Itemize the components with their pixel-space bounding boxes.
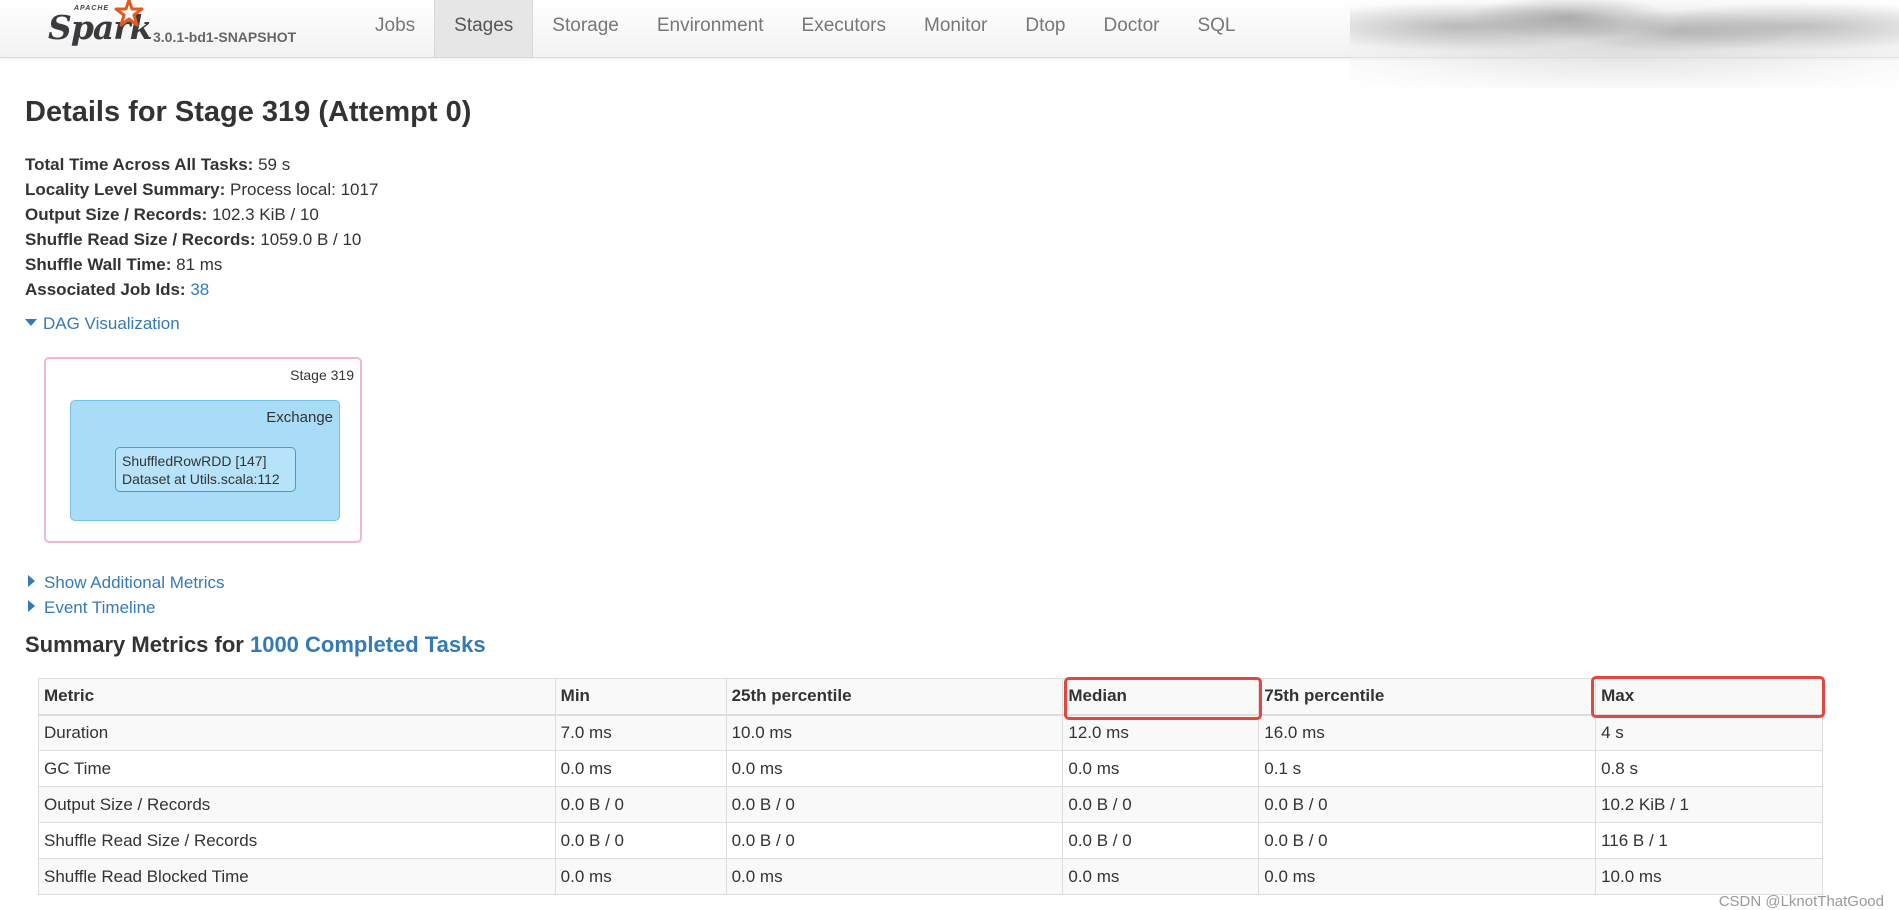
event-timeline-label: Event Timeline	[44, 598, 156, 617]
caret-right-icon	[28, 600, 35, 612]
tab-dtop[interactable]: Dtop	[1006, 0, 1084, 57]
table-cell: 0.0 ms	[554, 750, 727, 787]
tab-storage[interactable]: Storage	[533, 0, 638, 57]
table-cell: 0.0 B / 0	[554, 822, 727, 859]
nav-tabs: Jobs Stages Storage Environment Executor…	[356, 0, 1255, 57]
table-header-row: Metric Min 25th percentile Median 75th p…	[38, 678, 1823, 716]
summary-shuffle-wall: Shuffle Wall Time: 81 ms	[25, 252, 378, 277]
table-cell: 0.0 ms	[1258, 858, 1597, 895]
table-cell: 0.0 B / 0	[554, 786, 727, 823]
column-header[interactable]: 25th percentile	[725, 678, 1064, 716]
table-cell: 0.0 B / 0	[1258, 786, 1597, 823]
summary-label: Output Size / Records:	[25, 205, 208, 224]
table-cell: GC Time	[38, 750, 556, 787]
table-cell: 10.0 ms	[1595, 858, 1823, 895]
page-title: Details for Stage 319 (Attempt 0)	[25, 96, 472, 128]
summary-value: Process local: 1017	[230, 180, 379, 199]
table-cell: 0.0 ms	[554, 858, 727, 895]
table-cell: 0.0 ms	[1062, 858, 1260, 895]
tab-jobs[interactable]: Jobs	[356, 0, 434, 57]
show-additional-metrics-toggle[interactable]: Show Additional Metrics	[25, 573, 224, 593]
tab-executors[interactable]: Executors	[783, 0, 905, 57]
watermark: CSDN @LknotThatGood	[1718, 893, 1884, 910]
column-header[interactable]: 75th percentile	[1258, 678, 1597, 716]
dag-rdd-node[interactable]: ShuffledRowRDD [147] Dataset at Utils.sc…	[115, 447, 296, 492]
summary-total-time: Total Time Across All Tasks: 59 s	[25, 152, 378, 177]
event-timeline-toggle[interactable]: Event Timeline	[25, 598, 156, 618]
caret-right-icon	[28, 575, 35, 587]
table-row: Shuffle Read Size / Records 0.0 B / 0 0.…	[38, 822, 1823, 859]
star-icon	[114, 0, 144, 27]
table-cell: Duration	[38, 714, 556, 751]
tab-monitor[interactable]: Monitor	[905, 0, 1006, 57]
summary-label: Shuffle Wall Time:	[25, 255, 172, 274]
table-cell: 12.0 ms	[1062, 714, 1260, 751]
dag-toggle-label: DAG Visualization	[43, 314, 180, 333]
summary-metrics-title: Summary Metrics for 1000 Completed Tasks	[25, 632, 486, 658]
dag-node-line2: Dataset at Utils.scala:112	[122, 471, 280, 487]
caret-down-icon	[25, 319, 37, 326]
table-cell: 0.1 s	[1258, 750, 1597, 787]
stage-summary-list: Total Time Across All Tasks: 59 s Locali…	[25, 152, 378, 302]
summary-label: Total Time Across All Tasks:	[25, 155, 254, 174]
tab-sql[interactable]: SQL	[1178, 0, 1254, 57]
table-cell: 10.0 ms	[725, 714, 1064, 751]
dag-stage-box: Stage 319 Exchange ShuffledRowRDD [147] …	[44, 357, 362, 543]
spark-version: 3.0.1-bd1-SNAPSHOT	[153, 29, 297, 45]
dag-cluster-label: Exchange	[266, 409, 333, 426]
tab-doctor[interactable]: Doctor	[1085, 0, 1179, 57]
summary-metrics-table: Metric Min 25th percentile Median 75th p…	[38, 678, 1823, 895]
table-cell: 4 s	[1595, 714, 1823, 751]
column-header[interactable]: Min	[554, 678, 727, 716]
summary-value: 102.3 KiB / 10	[212, 205, 319, 224]
summary-output: Output Size / Records: 102.3 KiB / 10	[25, 202, 378, 227]
dag-exchange-cluster: Exchange ShuffledRowRDD [147] Dataset at…	[70, 400, 340, 521]
table-cell: 0.0 B / 0	[725, 822, 1064, 859]
tab-environment[interactable]: Environment	[638, 0, 783, 57]
summary-metrics-title-prefix: Summary Metrics for	[25, 632, 250, 657]
table-cell: 0.8 s	[1595, 750, 1823, 787]
summary-value: 59 s	[258, 155, 291, 174]
table-cell: 0.0 B / 0	[1258, 822, 1597, 859]
table-row: Shuffle Read Blocked Time 0.0 ms 0.0 ms …	[38, 858, 1823, 895]
table-cell: 0.0 ms	[725, 750, 1064, 787]
table-cell: 0.0 ms	[725, 858, 1064, 895]
table-cell: 0.0 B / 0	[1062, 822, 1260, 859]
column-header[interactable]: Median	[1062, 678, 1260, 716]
dag-node-line1: ShuffledRowRDD [147]	[122, 453, 267, 469]
summary-shuffle-read: Shuffle Read Size / Records: 1059.0 B / …	[25, 227, 378, 252]
table-cell: 7.0 ms	[554, 714, 727, 751]
column-header[interactable]: Metric	[38, 678, 556, 716]
blurred-region	[1350, 0, 1899, 88]
summary-label: Associated Job Ids:	[25, 280, 186, 299]
table-cell: 116 B / 1	[1595, 822, 1823, 859]
table-cell: Shuffle Read Blocked Time	[38, 858, 556, 895]
summary-label: Shuffle Read Size / Records:	[25, 230, 256, 249]
table-row: GC Time 0.0 ms 0.0 ms 0.0 ms 0.1 s 0.8 s	[38, 750, 1823, 787]
table-cell: 10.2 KiB / 1	[1595, 786, 1823, 823]
dag-stage-label: Stage 319	[290, 367, 354, 383]
summary-value: 81 ms	[176, 255, 223, 274]
spark-logo[interactable]: APACHE Spark	[48, 0, 168, 52]
summary-job-ids: Associated Job Ids: 38	[25, 277, 378, 302]
dag-visualization-toggle[interactable]: DAG Visualization	[25, 314, 180, 334]
summary-value: 1059.0 B / 10	[260, 230, 362, 249]
summary-label: Locality Level Summary:	[25, 180, 226, 199]
tab-stages[interactable]: Stages	[434, 0, 534, 57]
table-row: Duration 7.0 ms 10.0 ms 12.0 ms 16.0 ms …	[38, 714, 1823, 751]
completed-tasks-link[interactable]: 1000 Completed Tasks	[250, 632, 486, 657]
table-row: Output Size / Records 0.0 B / 0 0.0 B / …	[38, 786, 1823, 823]
table-cell: 0.0 B / 0	[725, 786, 1064, 823]
additional-metrics-label: Show Additional Metrics	[44, 573, 225, 592]
column-header[interactable]: Max	[1595, 678, 1823, 716]
table-cell: Shuffle Read Size / Records	[38, 822, 556, 859]
table-cell: Output Size / Records	[38, 786, 556, 823]
table-cell: 0.0 ms	[1062, 750, 1260, 787]
job-id-link[interactable]: 38	[190, 280, 209, 299]
summary-locality: Locality Level Summary: Process local: 1…	[25, 177, 378, 202]
table-cell: 0.0 B / 0	[1062, 786, 1260, 823]
table-cell: 16.0 ms	[1258, 714, 1597, 751]
